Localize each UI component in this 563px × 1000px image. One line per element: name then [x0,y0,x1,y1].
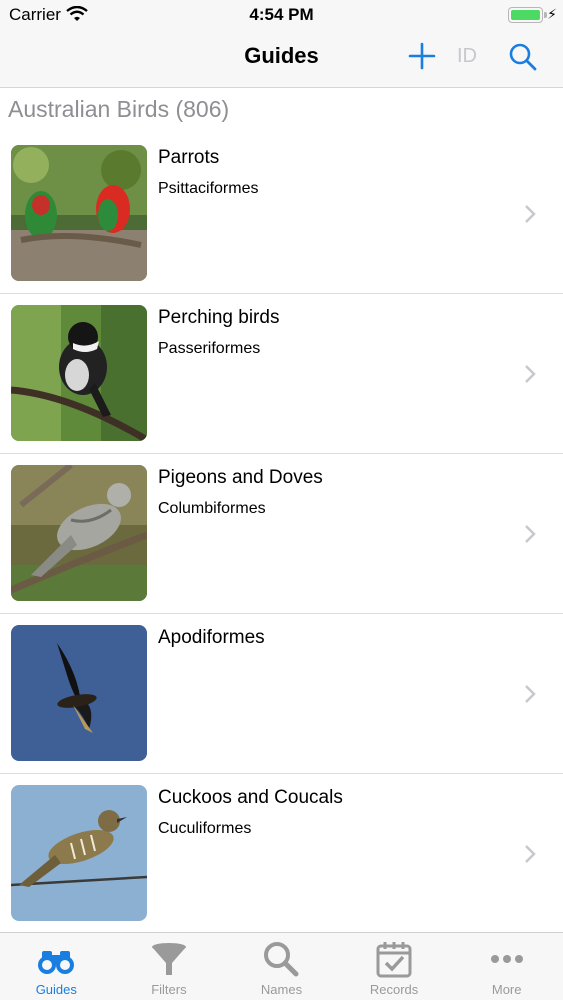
chevron-right-icon [525,205,536,223]
tab-label: Filters [151,982,187,997]
charging-icon: ⚡ [547,6,557,22]
tab-label: Guides [35,982,77,997]
item-title: Parrots [158,147,220,168]
apodiformes-thumbnail [11,625,147,761]
item-title: Pigeons and Doves [158,467,323,488]
guide-list: Parrots Psittaciformes Perching birds Pa… [0,134,563,934]
status-bar: Carrier 4:54 PM ⚡ [0,0,563,30]
chevron-right-icon [525,845,536,863]
item-title: Perching birds [158,307,280,328]
tab-more[interactable]: More [450,933,563,1000]
parrots-thumbnail [11,145,147,281]
page-title: Guides [244,43,319,68]
tab-label: Names [260,982,303,997]
tab-label: More [491,982,522,997]
clock: 4:54 PM [249,5,314,24]
magnifier-icon [264,942,299,977]
chevron-right-icon [525,365,536,383]
binoculars-icon [38,951,75,974]
tab-label: Records [369,982,419,997]
tab-records[interactable]: Records [338,933,451,1000]
id-button[interactable]: ID [457,45,477,68]
tab-bar: Guides Filters Names Records More [0,932,563,1000]
tab-filters[interactable]: Filters [113,933,226,1000]
pigeons-and-doves-thumbnail [11,465,147,601]
battery-icon [508,7,543,23]
calendar-check-icon [376,942,412,978]
tab-names[interactable]: Names [225,933,338,1000]
chevron-right-icon [525,525,536,543]
cuckoos-and-coucals-thumbnail [11,785,147,921]
tab-guides[interactable]: Guides [0,933,113,1000]
search-button[interactable] [508,42,538,72]
list-item-perching-birds[interactable]: Perching birds Passeriformes [0,294,563,454]
item-title: Cuckoos and Coucals [158,787,343,808]
list-item-cuckoos-and-coucals[interactable]: Cuckoos and Coucals Cuculiformes [0,774,563,934]
item-subtitle: Columbiformes [158,500,266,517]
list-item-pigeons-and-doves[interactable]: Pigeons and Doves Columbiformes [0,454,563,614]
item-title: Apodiformes [158,627,265,648]
item-subtitle: Cuculiformes [158,820,252,837]
funnel-icon [151,943,186,975]
chevron-right-icon [525,685,536,703]
item-subtitle: Passeriformes [158,340,261,357]
list-item-apodiformes[interactable]: Apodiformes [0,614,563,774]
section-title: Australian Birds (806) [8,96,230,122]
perching-birds-thumbnail [11,305,147,441]
item-subtitle: Psittaciformes [158,180,259,197]
more-dots-icon [490,955,523,963]
list-item-parrots[interactable]: Parrots Psittaciformes [0,134,563,294]
navigation-bar: Guides ID [0,30,563,88]
add-button[interactable] [408,42,436,70]
